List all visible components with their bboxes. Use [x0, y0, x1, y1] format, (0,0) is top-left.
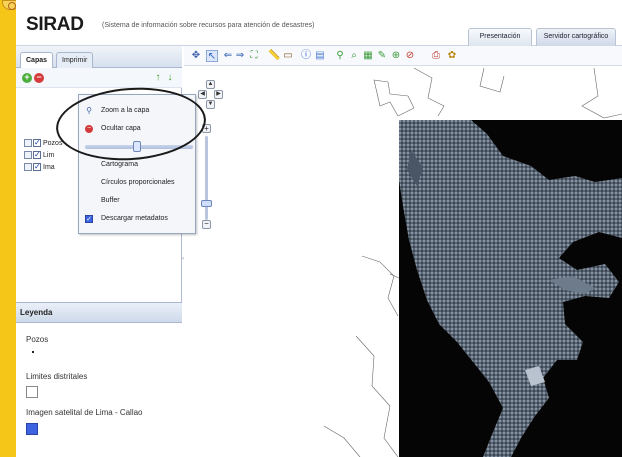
- tab-presentacion[interactable]: Presentación: [468, 28, 532, 46]
- hide-red-icon: −: [85, 125, 93, 133]
- info-icon[interactable]: ⓘ: [300, 50, 312, 62]
- map-toolbar: ✥ ↖ ⇐ ⇒ ⛶ 📏 ▭ ⓘ ▤ ⚲ ⌕ ▦ ✎ ⊕ ⊘ ⎙ ✿: [184, 46, 622, 66]
- legend-title-pozos: Pozos: [26, 335, 49, 344]
- layer-label: Pozos: [43, 140, 63, 147]
- move-down-arrow-icon[interactable]: ↓: [166, 72, 174, 84]
- magnifier-icon: ⚲: [86, 106, 92, 115]
- menu-item-label: Zoom a la capa: [101, 107, 150, 114]
- legend-panel: Leyenda Pozos Limites distritales Imagen…: [16, 302, 182, 457]
- layer-toolbar: + − ↑ ↓: [16, 68, 182, 88]
- menu-item-hide-layer[interactable]: − Ocultar capa: [79, 121, 195, 137]
- full-extent-icon[interactable]: ⛶: [248, 50, 260, 62]
- menu-item-cartograma[interactable]: Cartograma: [79, 157, 195, 173]
- zoom-in-button[interactable]: +: [202, 124, 211, 133]
- zoom-slider[interactable]: [205, 136, 208, 220]
- layer-tree-icon: [24, 151, 32, 160]
- layer-tree-icon: [24, 163, 32, 172]
- next-extent-icon[interactable]: ⇒: [234, 50, 246, 62]
- menu-item-label: Cartograma: [101, 161, 138, 168]
- menu-item-label: Descargar metadatos: [101, 215, 168, 222]
- layer-context-menu: ⚲ Zoom a la capa − Ocultar capa Cartogra…: [78, 94, 196, 234]
- layer-checkbox[interactable]: [33, 137, 41, 148]
- layer-item-imagen[interactable]: Ima: [24, 161, 55, 173]
- pan-left-button[interactable]: ◀: [198, 90, 207, 99]
- pan-down-button[interactable]: ▼: [206, 100, 215, 109]
- measure-distance-icon[interactable]: 📏: [268, 50, 280, 62]
- pdf-icon[interactable]: ⎙: [430, 50, 442, 62]
- menu-item-circulos[interactable]: Círculos proporcionales: [79, 175, 195, 191]
- layer-item-limites[interactable]: Lim: [24, 149, 55, 161]
- legend-title-imagen: Imagen satelital de Lima - Callao: [26, 408, 143, 417]
- select-tool-icon[interactable]: ↖: [206, 50, 218, 62]
- app-window: SIRAD (Sistema de información sobre recu…: [16, 0, 622, 457]
- pan-control: ▲ ◀ ▶ ▼: [198, 80, 224, 110]
- app-title: SIRAD: [26, 14, 84, 35]
- tab-capas[interactable]: Capas: [20, 52, 54, 69]
- remove-layer-button[interactable]: −: [34, 73, 44, 83]
- clear-icon[interactable]: ⊘: [404, 50, 416, 62]
- checkbox-icon: ✓: [85, 215, 93, 223]
- layer-item-pozos[interactable]: Pozos: [24, 137, 63, 149]
- measure-area-icon[interactable]: ▭: [282, 50, 294, 62]
- map-view[interactable]: ▲ ◀ ▶ ▼ + −: [184, 66, 622, 457]
- app-subtitle: (Sistema de información sobre recursos p…: [102, 22, 315, 29]
- search-icon[interactable]: ⚲: [334, 50, 346, 62]
- table-icon[interactable]: ▤: [314, 50, 326, 62]
- zoom-slider-thumb[interactable]: [201, 200, 212, 207]
- edit-icon[interactable]: ✎: [376, 50, 388, 62]
- pan-up-button[interactable]: ▲: [206, 80, 215, 89]
- layer-checkbox[interactable]: [33, 149, 41, 160]
- settings-icon[interactable]: ✿: [446, 50, 458, 62]
- layer-label: Lim: [43, 152, 55, 159]
- grid-icon[interactable]: ▦: [362, 50, 374, 62]
- point-symbol-icon: [32, 351, 34, 353]
- add-layer-button[interactable]: +: [22, 73, 32, 83]
- left-yellow-strip: [0, 0, 20, 457]
- layer-add-icon[interactable]: ⊕: [390, 50, 402, 62]
- previous-extent-icon[interactable]: ⇐: [222, 50, 234, 62]
- pan-right-button[interactable]: ▶: [214, 90, 223, 99]
- query-icon[interactable]: ⌕: [348, 50, 360, 62]
- header: SIRAD (Sistema de información sobre recu…: [16, 0, 622, 46]
- menu-item-buffer[interactable]: Buffer: [79, 193, 195, 209]
- tab-imprimir[interactable]: Imprimir: [56, 52, 94, 68]
- layer-checkbox[interactable]: [33, 161, 41, 172]
- menu-item-label: Círculos proporcionales: [101, 179, 175, 186]
- menu-item-zoom-layer[interactable]: ⚲ Zoom a la capa: [79, 103, 195, 119]
- menu-item-label: Buffer: [101, 197, 120, 204]
- legend-header[interactable]: Leyenda: [16, 303, 182, 323]
- legend-title-limites: Limites distritales: [26, 372, 88, 381]
- zoom-out-button[interactable]: −: [202, 220, 211, 229]
- blue-square-icon: [26, 423, 38, 435]
- pan-tool-icon[interactable]: ✥: [190, 50, 202, 62]
- satellite-image-lima-callao: [399, 120, 622, 457]
- opacity-slider-thumb[interactable]: [133, 141, 141, 152]
- tab-servidor-cartografico[interactable]: Servidor cartográfico: [536, 28, 616, 46]
- menu-item-label: Ocultar capa: [101, 125, 141, 132]
- layer-label: Ima: [43, 164, 55, 171]
- menu-item-download-metadata[interactable]: ✓ Descargar metadatos: [79, 211, 195, 227]
- panel-tabs: Capas Imprimir: [16, 46, 182, 69]
- move-up-arrow-icon[interactable]: ↑: [154, 72, 162, 84]
- layer-tree-icon: [24, 139, 32, 148]
- empty-square-icon: [26, 386, 38, 398]
